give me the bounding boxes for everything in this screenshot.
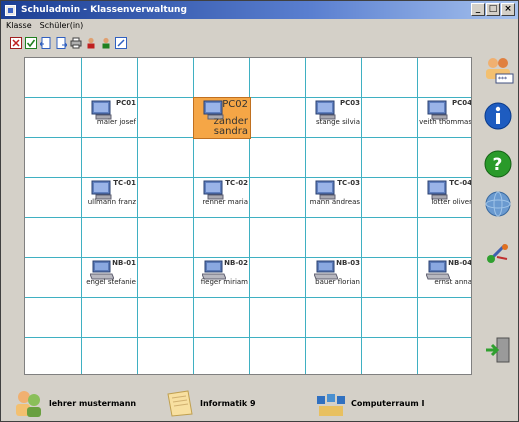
status-bar: lehrer mustermann Informatik 9 Computerr…: [13, 386, 476, 420]
users-icon[interactable]: ***: [480, 53, 516, 87]
seat-pc04[interactable]: PC04 veith thommas: [418, 98, 472, 138]
right-sidebar: *** ?: [478, 49, 518, 379]
seat-student-name: zander sandra: [213, 116, 248, 137]
seat-student-name: renner maria: [202, 198, 248, 206]
seat-student-name: fieger miriam: [200, 278, 248, 286]
seat-nb-01[interactable]: NB-01 engel stefanie: [82, 258, 138, 298]
seat-tc-01[interactable]: TC-01 ullmann franz: [82, 178, 138, 218]
notebook-icon: [164, 388, 196, 418]
seat-pc-id: TC-04: [449, 179, 472, 187]
user-add-icon[interactable]: [99, 37, 112, 50]
computer-icon: [90, 100, 112, 120]
toolbar: [9, 35, 127, 51]
svg-text:***: ***: [498, 76, 507, 83]
seat-student-name: ullmann franz: [87, 198, 136, 206]
seat-nb-04[interactable]: NB-04 ernst anna: [418, 258, 472, 298]
seat-pc-id: TC-02: [225, 179, 248, 187]
classroom-grid[interactable]: PC01 maier josef PC02 zander sandra PC03 stan…: [24, 57, 472, 375]
document-left-icon[interactable]: [39, 37, 52, 50]
seat-student-name: stange silvia: [315, 118, 360, 126]
notebook-icon: [313, 260, 339, 280]
teacher-name: lehrer mustermann: [49, 398, 137, 408]
close-button[interactable]: ×: [501, 3, 515, 16]
seat-tc-03[interactable]: TC-03 mann andreas: [306, 178, 362, 218]
grid-line: [25, 337, 471, 338]
tools-icon[interactable]: [480, 235, 516, 269]
exit-icon[interactable]: [480, 333, 516, 367]
room-name: Computerraum I: [351, 398, 425, 408]
svg-text:?: ?: [493, 155, 503, 175]
seat-pc03[interactable]: PC03 stange silvia: [306, 98, 362, 138]
subject-info[interactable]: Informatik 9: [164, 387, 315, 419]
seat-tc-04[interactable]: TC-04 lotter oliver: [418, 178, 472, 218]
app-icon: [5, 4, 16, 16]
window-title: Schuladmin - Klassenverwaltung: [21, 5, 187, 15]
notebook-icon: [201, 260, 227, 280]
notebook-icon: [89, 260, 115, 280]
seat-pc-id: TC-03: [337, 179, 360, 187]
seat-pc01[interactable]: PC01 maier josef: [82, 98, 138, 138]
notebook-icon: [425, 260, 451, 280]
seat-nb-03[interactable]: NB-03 bauer florian: [306, 258, 362, 298]
menu-bar: Klasse Schüler(in): [2, 20, 87, 34]
edit-icon[interactable]: [114, 37, 127, 50]
seat-pc-id: NB-02: [224, 259, 248, 267]
seat-pc-id: NB-03: [336, 259, 360, 267]
user-remove-icon[interactable]: [84, 37, 97, 50]
subject-name: Informatik 9: [200, 398, 256, 408]
seat-pc-id: NB-04: [448, 259, 472, 267]
seat-pc-id: PC02: [222, 99, 248, 110]
computer-icon: [202, 180, 224, 200]
seat-student-name: lotter oliver: [431, 198, 472, 206]
menu-schueler[interactable]: Schüler(in): [36, 20, 88, 34]
maximize-button[interactable]: □: [486, 3, 500, 16]
seat-student-name: veith thommas: [419, 118, 472, 126]
main-window: Schuladmin - Klassenverwaltung _ □ × Kla…: [0, 0, 519, 422]
menu-klasse[interactable]: Klasse: [2, 20, 36, 34]
seat-pc-id: PC01: [115, 99, 136, 107]
computer-icon: [314, 180, 336, 200]
seat-student-name: maier josef: [96, 118, 136, 126]
window-controls: _ □ ×: [471, 3, 515, 16]
seat-pc-id: TC-01: [113, 179, 136, 187]
computer-icon: [90, 180, 112, 200]
network-globe-icon[interactable]: [480, 187, 516, 221]
seat-pc-id: NB-01: [112, 259, 136, 267]
check-icon[interactable]: [24, 37, 37, 50]
seat-pc-id: PC03: [339, 99, 360, 107]
minimize-button[interactable]: _: [471, 3, 485, 16]
seat-student-name: ernst anna: [434, 278, 472, 286]
teacher-icon: [13, 388, 45, 418]
title-bar[interactable]: Schuladmin - Klassenverwaltung _ □ ×: [1, 1, 518, 19]
print-icon[interactable]: [69, 37, 82, 50]
document-right-icon[interactable]: [54, 37, 67, 50]
room-icon: [315, 388, 347, 418]
info-icon[interactable]: [480, 99, 516, 133]
close-icon[interactable]: [9, 37, 22, 50]
seat-nb-02[interactable]: NB-02 fieger miriam: [194, 258, 250, 298]
seat-student-name: bauer florian: [315, 278, 360, 286]
computer-icon: [314, 100, 336, 120]
teacher-info[interactable]: lehrer mustermann: [13, 387, 164, 419]
seat-student-name: mann andreas: [309, 198, 360, 206]
help-icon[interactable]: ?: [480, 147, 516, 181]
room-info[interactable]: Computerraum I: [315, 387, 466, 419]
computer-icon: [426, 180, 448, 200]
seat-student-name: engel stefanie: [86, 278, 136, 286]
seat-pc02[interactable]: PC02 zander sandra: [193, 97, 251, 139]
seat-pc-id: PC04: [451, 99, 472, 107]
computer-icon: [426, 100, 448, 120]
seat-tc-02[interactable]: TC-02 renner maria: [194, 178, 250, 218]
